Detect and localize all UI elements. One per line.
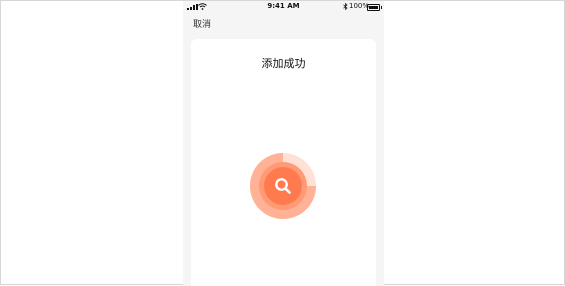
search-progress-indicator bbox=[250, 153, 316, 219]
battery-icon bbox=[367, 4, 382, 11]
cancel-button[interactable]: 取消 bbox=[193, 17, 211, 30]
page-title: 添加成功 bbox=[261, 57, 306, 70]
status-bar: 9:41 AM 100% bbox=[183, 1, 384, 13]
phone-screen: 9:41 AM 100% 取消 添加成功 bbox=[183, 1, 384, 286]
result-card: 添加成功 bbox=[191, 39, 376, 286]
bluetooth-icon bbox=[343, 3, 348, 10]
battery-percentage: 100% bbox=[349, 2, 370, 10]
screenshot-frame: 9:41 AM 100% 取消 添加成功 bbox=[0, 0, 565, 286]
